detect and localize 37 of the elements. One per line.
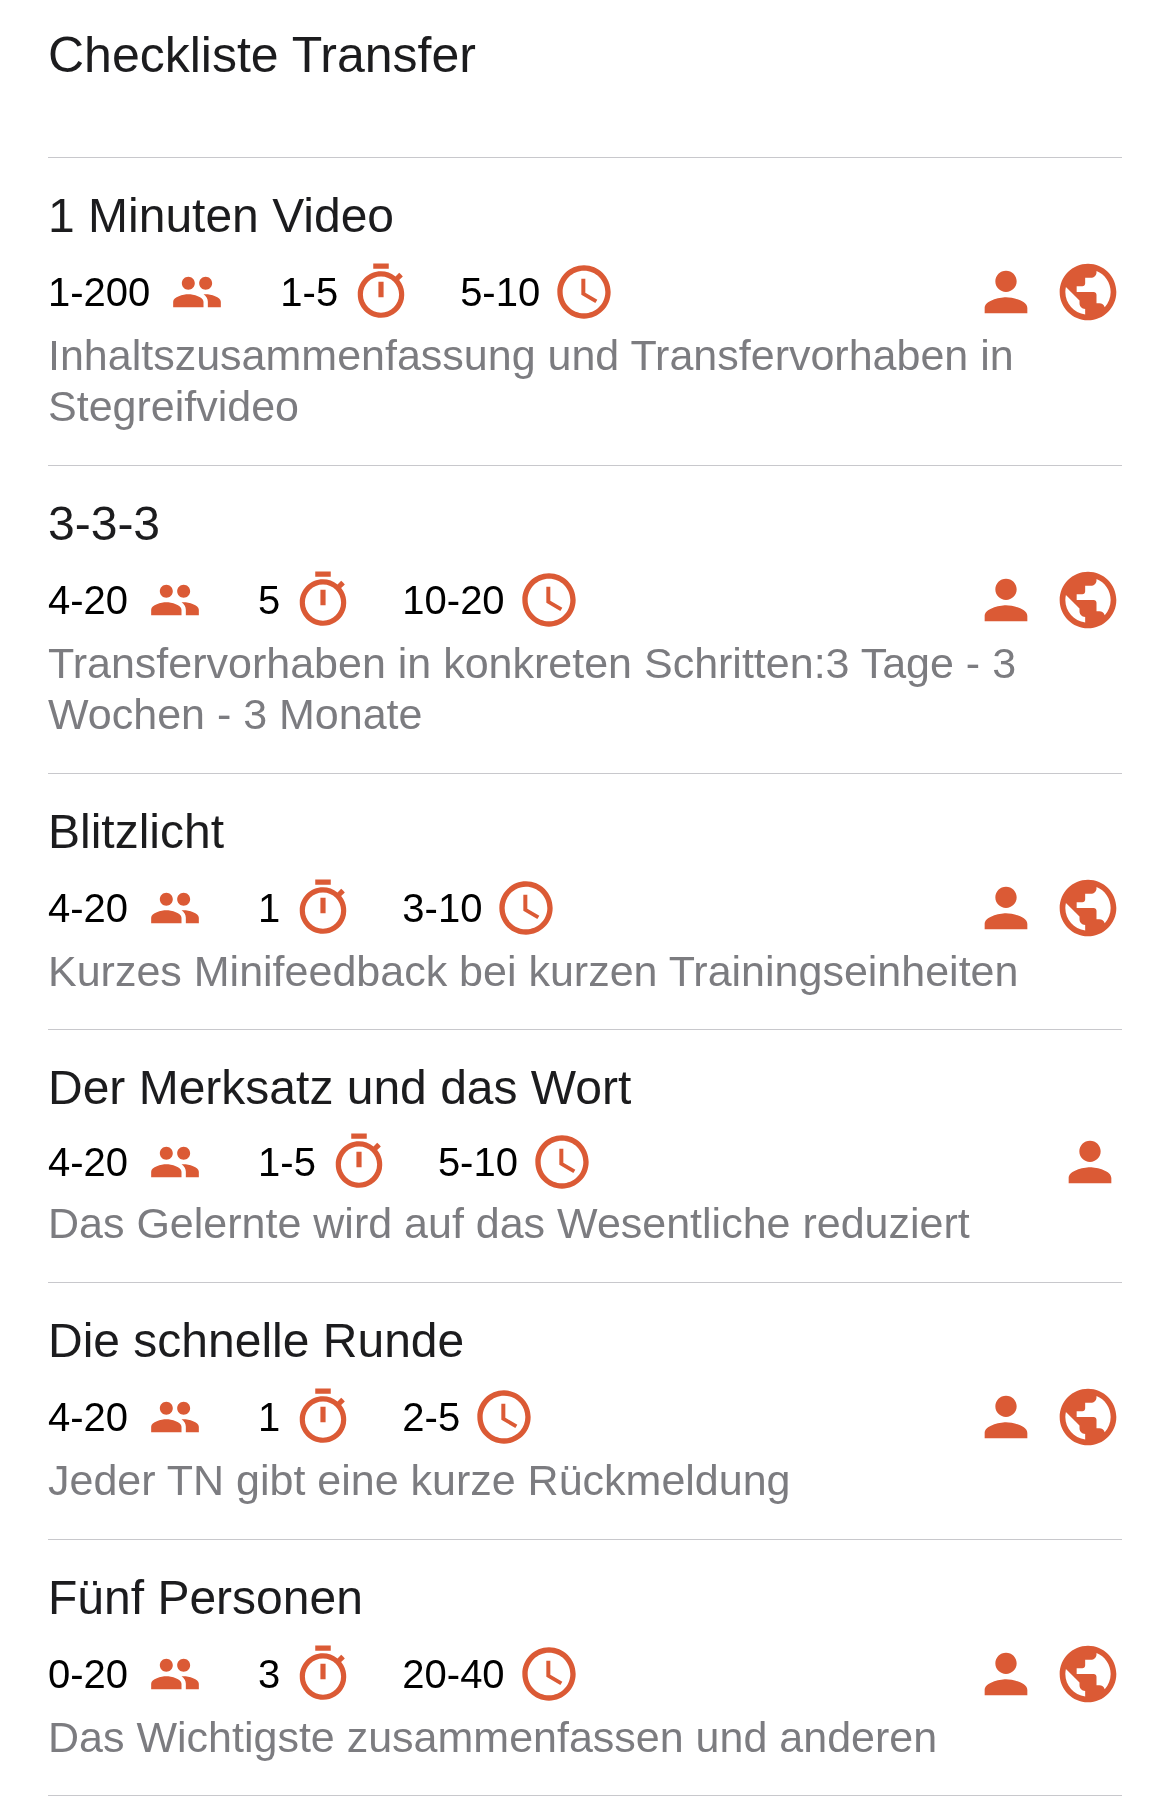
page-title: Checkliste Transfer (48, 24, 1122, 158)
item-description: Transfervorhaben in konkreten Schritten:3 Tage - 3 Wochen - 3 Monate (48, 637, 1018, 741)
item-description: Kurzes Minifeedback bei kurzen Trainingseinheiten (48, 945, 1020, 997)
item-title[interactable]: Fünf Personen (48, 1567, 1122, 1628)
participants-count: 4-20 (48, 884, 129, 932)
item-description: Das Wichtigste zusammenfassen und anderen (48, 1711, 939, 1763)
duration-value: 1-5 (258, 1139, 316, 1187)
item-title[interactable]: Die schnelle Runde (48, 1311, 1122, 1372)
participants-count: 1-200 (48, 268, 151, 316)
time-value: 20-40 (402, 1650, 505, 1698)
list-row[interactable]: 3-3-3 4-20 5 10-20 Transfervorhaben in konkreten Schritten:3 Tage - 3 Wochen - 3 Monate (48, 465, 1122, 774)
item-title[interactable]: Der Merksatz und das Wort (48, 1058, 1122, 1119)
item-title[interactable]: 3-3-3 (48, 493, 1122, 554)
time-value: 5-10 (460, 268, 541, 316)
duration-value: 1 (258, 884, 281, 932)
duration-value: 1-5 (280, 268, 339, 316)
list-row[interactable]: Die schnelle Runde 4-20 1 2-5 Jeder TN gibt eine kurze Rückmeldung (48, 1283, 1122, 1540)
participants-count: 4-20 (48, 576, 129, 624)
list-row[interactable]: Der Merksatz und das Wort 4-20 1-5 5-10 Das Gelernte wird auf das Wesentliche reduziert (48, 1030, 1122, 1284)
time-value: 2-5 (402, 1394, 461, 1442)
list-row[interactable]: 1 Minuten Video 1-200 1-5 5-10 Inhaltszusammenfassung und Transfervorhaben in Stegreifvideo (48, 157, 1122, 466)
participants-count: 4-20 (48, 1139, 129, 1187)
item-title[interactable]: Blitzlicht (48, 801, 1122, 862)
time-value: 10-20 (402, 576, 505, 624)
item-description: Inhaltszusammenfassung und Transfervorhaben in Stegreifvideo (48, 329, 1015, 433)
time-value: 3-10 (402, 884, 483, 932)
duration-value: 3 (258, 1650, 281, 1698)
participants-count: 0-20 (48, 1650, 129, 1698)
duration-value: 5 (258, 576, 281, 624)
list-row[interactable]: Blitzlicht 4-20 1 3-10 Kurzes Minifeedback bei kurzen Trainingseinheiten (48, 773, 1122, 1031)
item-description: Das Gelernte wird auf das Wesentliche reduziert (48, 1198, 971, 1250)
duration-value: 1 (258, 1394, 281, 1442)
list-row[interactable]: Fünf Personen 0-20 3 20-40 Das Wichtigste zusammenfassen und anderen (48, 1539, 1122, 1797)
item-title[interactable]: 1 Minuten Video (48, 185, 1122, 246)
time-value: 5-10 (437, 1139, 518, 1187)
participants-count: 4-20 (48, 1394, 129, 1442)
item-description: Jeder TN gibt eine kurze Rückmeldung (48, 1455, 792, 1507)
